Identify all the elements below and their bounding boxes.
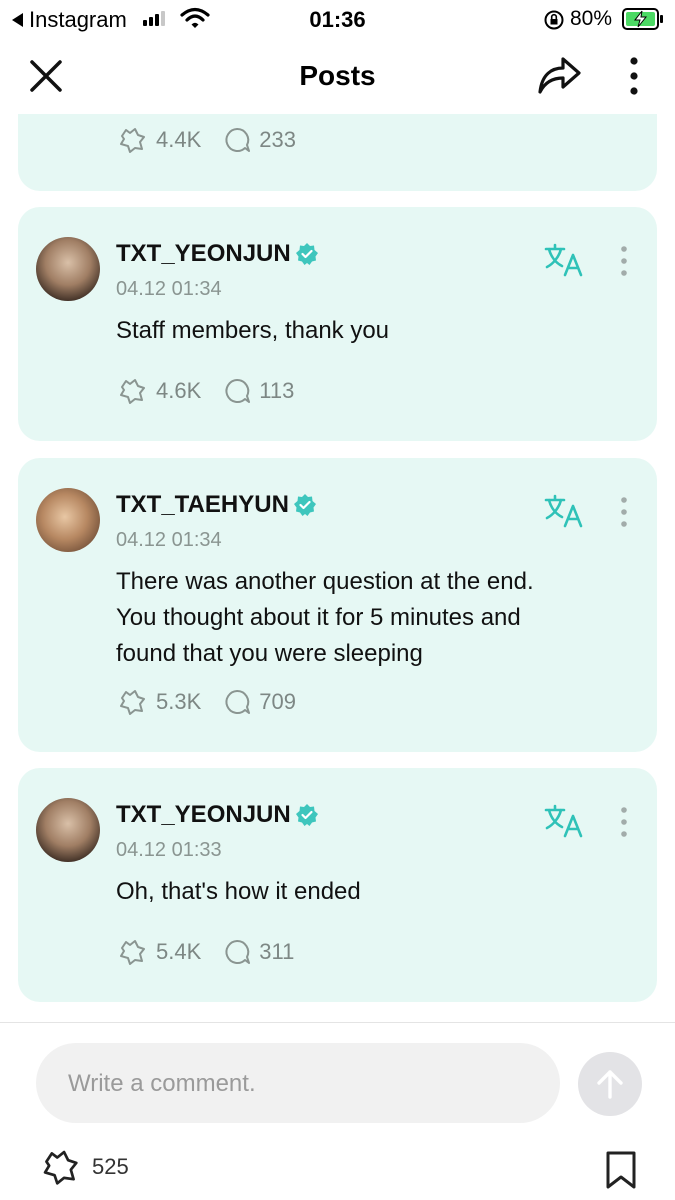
username-text: TXT_YEONJUN xyxy=(116,240,291,267)
rotation-lock-icon xyxy=(544,10,564,30)
like-stat[interactable]: 4.4K xyxy=(116,126,201,154)
post-text-line: There was another question at the end. xyxy=(116,568,534,595)
comment-icon xyxy=(225,127,251,152)
post-stats: 4.4K 233 xyxy=(116,126,296,154)
like-stat[interactable]: 5.3K xyxy=(116,688,201,716)
post-card[interactable]: TXT_YEONJUN 04.12 01:33 Oh, that's how i… xyxy=(18,768,657,1002)
comment-icon xyxy=(225,689,251,714)
avatar[interactable] xyxy=(36,237,100,301)
post-card[interactable]: TXT_TAEHYUN 04.12 01:34 There was anothe… xyxy=(18,458,657,752)
like-count: 5.4K xyxy=(156,939,202,964)
send-button[interactable] xyxy=(578,1052,642,1116)
post-menu-icon[interactable] xyxy=(616,806,632,838)
like-count: 4.6K xyxy=(156,378,202,403)
post-text-line: found that you were sleeping xyxy=(116,640,423,667)
comment-count: 113 xyxy=(259,378,295,403)
post-date: 04.12 01:34 xyxy=(116,278,222,300)
comment-input[interactable] xyxy=(66,1043,530,1125)
post-text-line: You thought about it for 5 minutes and xyxy=(116,604,521,631)
comment-stat[interactable]: 311 xyxy=(223,938,294,966)
divider xyxy=(0,1022,675,1023)
like-count: 4.4K xyxy=(156,127,202,152)
post-stats: 4.6K 113 xyxy=(116,377,294,405)
status-bar: Instagram 01:36 80% xyxy=(0,0,675,38)
avatar[interactable] xyxy=(36,488,100,552)
post-date: 04.12 01:34 xyxy=(116,529,222,551)
avatar[interactable] xyxy=(36,798,100,862)
username[interactable]: TXT_YEONJUN xyxy=(116,240,319,268)
verified-badge-icon xyxy=(293,494,316,516)
comment-count: 709 xyxy=(259,689,296,714)
top-nav: Posts xyxy=(0,38,675,114)
post-card: 4.4K 233 xyxy=(18,114,657,191)
like-stat[interactable]: 4.6K xyxy=(116,377,201,405)
more-options-icon[interactable] xyxy=(624,56,644,96)
post-stats: 5.3K 709 xyxy=(116,688,296,716)
username-text: TXT_YEONJUN xyxy=(116,801,291,828)
bookmark-icon[interactable] xyxy=(604,1150,638,1190)
share-icon[interactable] xyxy=(536,54,582,96)
comment-icon xyxy=(225,378,251,403)
translate-icon[interactable] xyxy=(544,243,584,277)
post-stats: 5.4K 311 xyxy=(116,938,294,966)
comment-stat[interactable]: 113 xyxy=(223,377,294,405)
username[interactable]: TXT_YEONJUN xyxy=(116,801,319,829)
battery-percent: 80% xyxy=(570,7,613,30)
weverse-like-icon xyxy=(120,940,145,965)
battery-charging-icon xyxy=(622,8,663,30)
post-text: There was another question at the end. Y… xyxy=(116,564,626,672)
weverse-like-icon xyxy=(43,1150,78,1185)
arrow-up-icon xyxy=(597,1070,623,1099)
post-menu-icon[interactable] xyxy=(616,245,632,277)
post-card[interactable]: TXT_YEONJUN 04.12 01:34 Staff members, t… xyxy=(18,207,657,441)
like-button[interactable]: 525 xyxy=(38,1148,129,1186)
verified-badge-icon xyxy=(295,804,318,826)
comment-icon xyxy=(225,939,251,964)
comment-count: 311 xyxy=(259,939,295,964)
post-text: Oh, that's how it ended xyxy=(116,878,361,905)
post-text: Staff members, thank you xyxy=(116,317,390,344)
like-total: 525 xyxy=(92,1154,129,1179)
posts-feed[interactable]: 4.4K 233 TXT_YEONJUN 04.12 01:34 Staff m… xyxy=(0,114,675,1024)
weverse-like-icon xyxy=(120,128,145,153)
comment-stat[interactable]: 233 xyxy=(223,126,296,154)
translate-icon[interactable] xyxy=(544,494,584,528)
like-stat[interactable]: 5.4K xyxy=(116,938,201,966)
translate-icon[interactable] xyxy=(544,804,584,838)
like-count: 5.3K xyxy=(156,689,202,714)
username-text: TXT_TAEHYUN xyxy=(116,491,289,518)
post-menu-icon[interactable] xyxy=(616,496,632,528)
weverse-like-icon xyxy=(120,379,145,404)
verified-badge-icon xyxy=(295,243,318,265)
comment-stat[interactable]: 709 xyxy=(223,688,296,716)
comment-box[interactable] xyxy=(36,1043,560,1125)
comment-count: 233 xyxy=(259,127,296,152)
post-date: 04.12 01:33 xyxy=(116,839,222,861)
weverse-like-icon xyxy=(120,690,145,715)
username[interactable]: TXT_TAEHYUN xyxy=(116,491,317,519)
